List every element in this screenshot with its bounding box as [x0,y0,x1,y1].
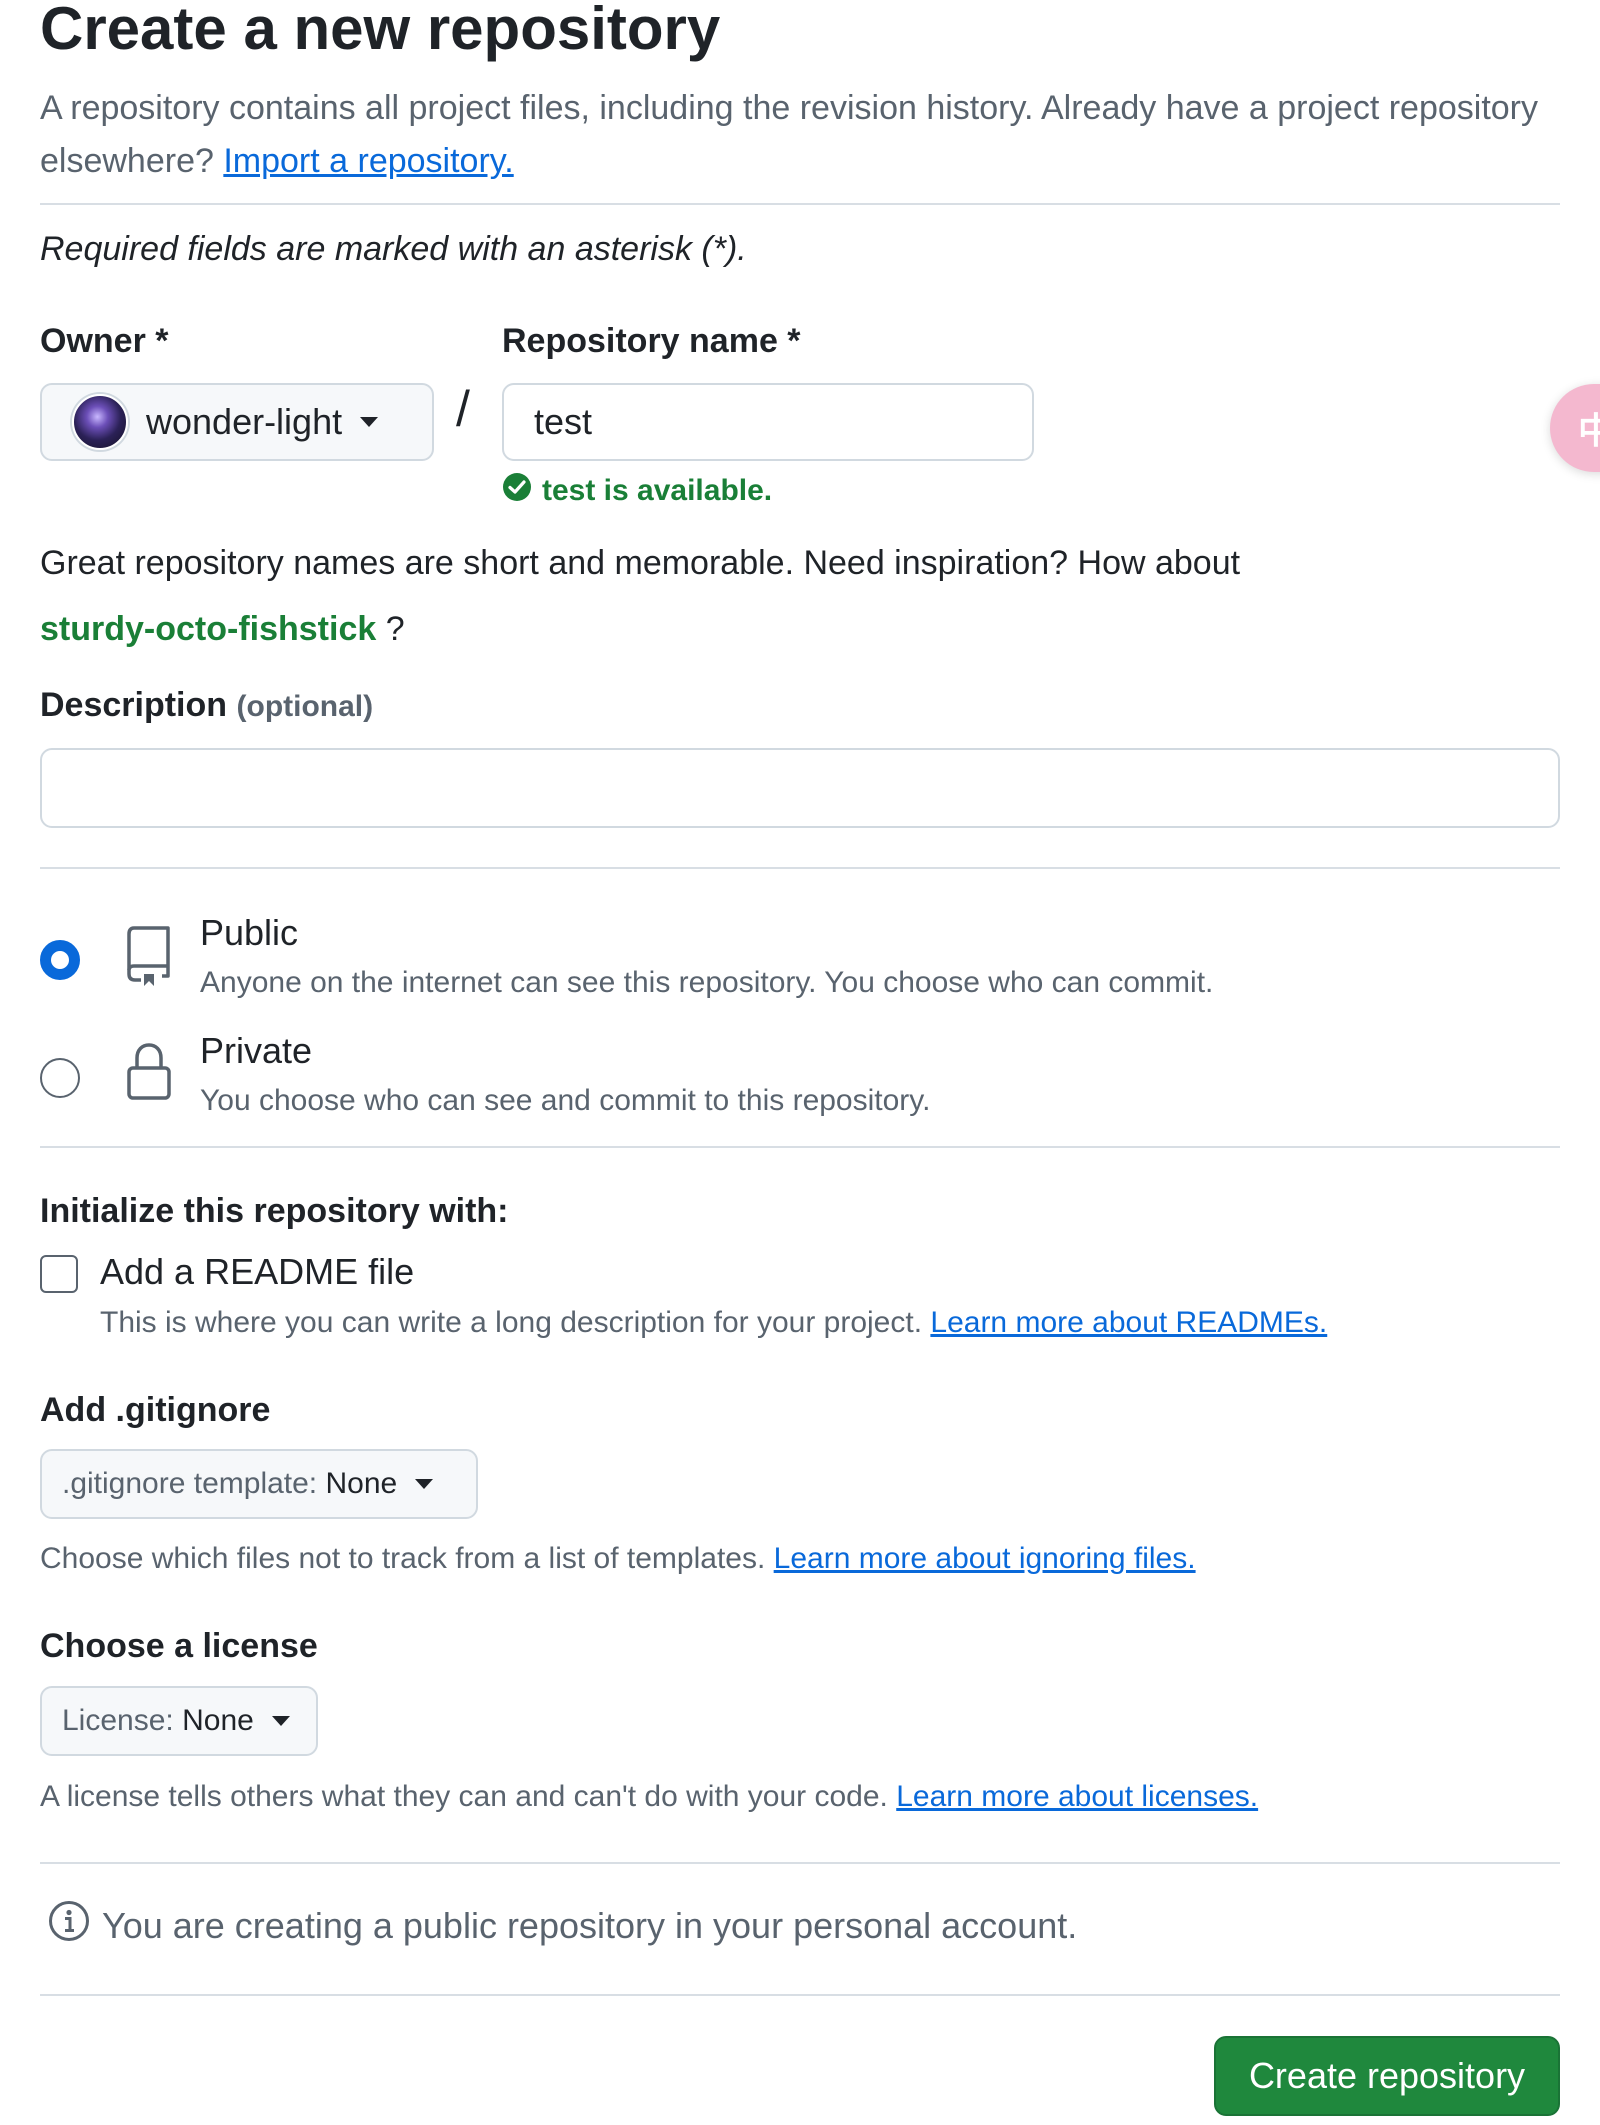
learn-readmes-link[interactable]: Learn more about READMEs. [930,1306,1327,1339]
gitignore-select-prefix: .gitignore template: [62,1467,318,1500]
license-select[interactable]: License: None [40,1686,318,1756]
optional-tag: (optional) [236,690,374,723]
import-repository-link[interactable]: Import a repository. [223,142,513,180]
notice-text: You are creating a public repository in … [102,1904,1078,1946]
translate-icon: 中A [1578,411,1600,452]
divider [40,1862,1560,1864]
license-heading: Choose a license [40,1627,318,1665]
gitignore-help: Choose which files not to track from a l… [40,1542,1196,1576]
owner-dropdown[interactable]: wonder-light [40,383,434,461]
readme-help-text: This is where you can write a long descr… [100,1306,923,1339]
availability-text: test is available. [542,474,773,507]
availability-status: test is available. [502,472,772,510]
license-help-text: A license tells others what they can and… [40,1780,888,1813]
readme-label[interactable]: Add a README file [100,1251,414,1293]
public-description: Anyone on the internet can see this repo… [200,966,1214,999]
avatar [72,394,128,450]
public-title: Public [200,912,299,953]
lock-icon [124,1040,174,1109]
info-icon [48,1900,90,1951]
owner-name: wonder-light [146,401,343,442]
page-subtitle: A repository contains all project files,… [40,82,1540,188]
divider [40,867,1560,869]
divider [40,1994,1560,1996]
suggested-name-button[interactable]: sturdy-octo-fishstick [40,610,376,648]
license-select-prefix: License: [62,1704,174,1737]
translate-button[interactable]: 中A [1550,384,1600,472]
repo-icon [124,924,174,993]
gitignore-heading: Add .gitignore [40,1391,271,1429]
readme-help: This is where you can write a long descr… [100,1306,1327,1340]
description-label: Description (optional) [40,686,373,725]
owner-repo-separator: / [456,381,470,437]
repository-name-input[interactable] [502,383,1034,461]
gitignore-select-value: None [325,1467,398,1500]
gitignore-help-text: Choose which files not to track from a l… [40,1542,766,1575]
learn-ignoring-files-link[interactable]: Learn more about ignoring files. [774,1542,1196,1575]
private-radio[interactable] [40,1058,80,1098]
visibility-notice: You are creating a public repository in … [48,1900,1077,1951]
required-note: Required fields are marked with an aster… [40,230,747,268]
learn-licenses-link[interactable]: Learn more about licenses. [896,1780,1258,1813]
license-help: A license tells others what they can and… [40,1780,1258,1814]
public-radio[interactable] [40,940,80,980]
initialize-heading: Initialize this repository with: [40,1192,509,1230]
description-input[interactable] [40,748,1560,828]
private-title: Private [200,1030,313,1071]
description-label-text: Description [40,686,228,724]
gitignore-template-select[interactable]: .gitignore template: None [40,1449,478,1519]
readme-checkbox[interactable] [40,1255,78,1293]
create-repository-button[interactable]: Create repository [1214,2036,1560,2116]
divider [40,203,1560,205]
license-select-label: License: None [62,1704,254,1738]
gitignore-select-label: .gitignore template: None [62,1467,397,1501]
name-inspiration: Great repository names are short and mem… [40,530,1440,662]
license-select-value: None [182,1704,254,1737]
caret-down-icon [271,1716,290,1726]
page-title: Create a new repository [40,0,721,62]
inspiration-text: Great repository names are short and mem… [40,544,1241,582]
divider [40,1146,1560,1148]
private-description: You choose who can see and commit to thi… [200,1084,931,1117]
inspiration-suffix: ? [385,610,405,648]
check-circle-icon [502,472,532,510]
caret-down-icon [415,1479,434,1489]
caret-down-icon [360,417,379,427]
owner-label: Owner * [40,322,169,360]
repo-name-label: Repository name * [502,322,801,360]
